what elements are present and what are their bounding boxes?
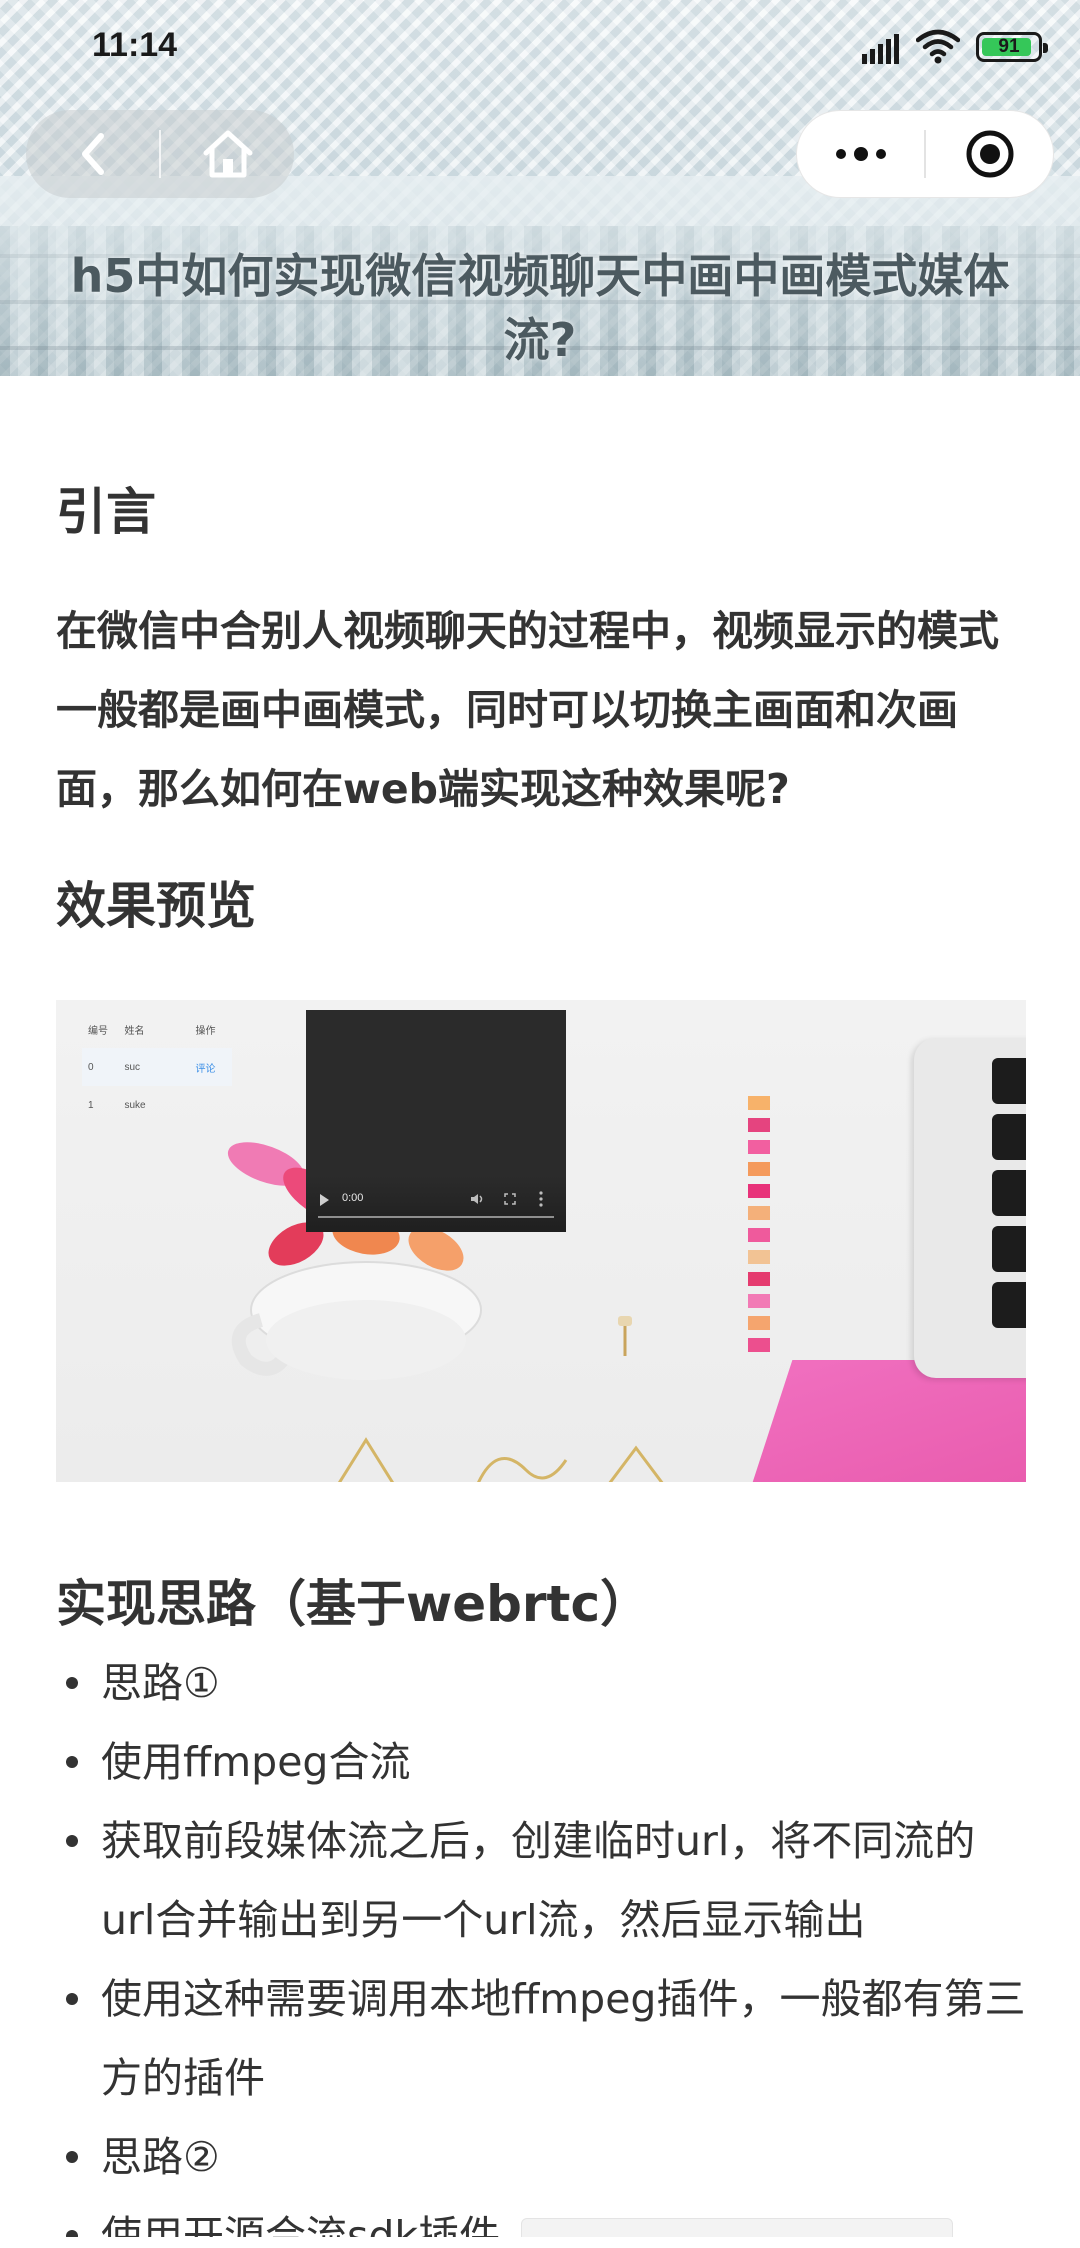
list-item: 使用开源合流sdk插件 bbox=[56, 2197, 1026, 2237]
video-progress-bar bbox=[318, 1216, 554, 1218]
color-swatch-strip bbox=[748, 1096, 770, 1352]
section-heading-approach: 实现思路（基于webrtc） bbox=[56, 1575, 651, 1633]
keyboard-key bbox=[992, 1058, 1026, 1104]
inline-code-chip bbox=[521, 2218, 954, 2237]
pushpin-illustration bbox=[618, 1316, 632, 1356]
home-icon bbox=[203, 130, 252, 178]
bullet-dot bbox=[66, 1993, 78, 2005]
nav-capsule-right bbox=[796, 110, 1054, 198]
list-item-text: 获取前段媒体流之后，创建临时url，将不同流的url合并输出到另一个url流，然… bbox=[101, 1817, 976, 1944]
nav-capsule-left bbox=[26, 110, 294, 198]
list-item-text: 使用ffmpeg合流 bbox=[101, 1738, 411, 1786]
keyboard-key bbox=[992, 1170, 1026, 1216]
approach-list: 思路① 使用ffmpeg合流 获取前段媒体流之后，创建临时url，将不同流的ur… bbox=[56, 1644, 1026, 2237]
mug-illustration bbox=[231, 1261, 482, 1380]
mini-table-cell: 姓名 bbox=[124, 1025, 145, 1037]
video-player: 0:00 bbox=[306, 1010, 566, 1232]
back-button[interactable] bbox=[26, 110, 159, 198]
paperclips-illustration bbox=[337, 1437, 664, 1482]
more-vertical-icon bbox=[539, 1191, 543, 1207]
bullet-dot bbox=[66, 2230, 78, 2237]
mini-table-cell: 编号 bbox=[88, 1025, 108, 1037]
keyboard-key bbox=[992, 1282, 1026, 1328]
mini-table-cell: 1 bbox=[88, 1099, 94, 1111]
preview-mini-table: 编号 姓名 操作 0 suc 评论 1 suke bbox=[82, 1010, 232, 1120]
list-item: 使用这种需要调用本地ffmpeg插件，一般都有第三方的插件 bbox=[56, 1960, 1026, 2118]
section-heading-intro: 引言 bbox=[56, 483, 156, 541]
bullet-dot bbox=[66, 1835, 78, 1847]
mini-table-row: 1 suke bbox=[82, 1086, 232, 1124]
keyboard-key bbox=[992, 1226, 1026, 1272]
keyboard-illustration bbox=[914, 1038, 1026, 1378]
mini-table-cell: suke bbox=[124, 1099, 146, 1111]
battery-icon: 91 bbox=[976, 32, 1048, 62]
fullscreen-icon bbox=[504, 1193, 516, 1205]
volume-icon bbox=[471, 1194, 483, 1204]
article-title: h5中如何实现微信视频聊天中画中画模式媒体流? bbox=[70, 249, 1010, 367]
list-item: 思路② bbox=[56, 2118, 1026, 2197]
bullet-dot bbox=[66, 1756, 78, 1768]
target-circle-icon bbox=[966, 130, 1013, 178]
status-bar: 11:14 91 bbox=[0, 0, 1080, 96]
section-heading-preview: 效果预览 bbox=[56, 877, 256, 935]
play-icon bbox=[320, 1194, 329, 1206]
article-header-banner: 11:14 91 h5中如何实现微信视频聊天中画中画模式媒体流? bbox=[0, 0, 1080, 376]
video-controls: 0:00 bbox=[306, 1176, 566, 1232]
list-item-text: 思路① bbox=[101, 1659, 220, 1707]
status-time: 11:14 bbox=[92, 26, 178, 64]
bullet-dot bbox=[66, 2151, 78, 2163]
battery-level: 91 bbox=[998, 36, 1020, 57]
pink-notebook-illustration bbox=[743, 1360, 1026, 1482]
video-time: 0:00 bbox=[342, 1192, 364, 1204]
list-item-text: 思路② bbox=[101, 2133, 220, 2181]
list-item: 思路① bbox=[56, 1644, 1026, 1723]
mini-table-cell: 操作 bbox=[195, 1025, 216, 1037]
signal-icon bbox=[862, 34, 899, 64]
more-dots-icon bbox=[835, 147, 886, 161]
mini-table-cell: 评论 bbox=[195, 1063, 216, 1075]
bullet-dot bbox=[66, 1677, 78, 1689]
list-item: 获取前段媒体流之后，创建临时url，将不同流的url合并输出到另一个url流，然… bbox=[56, 1802, 1026, 1960]
mini-table-row: 0 suc 评论 bbox=[82, 1048, 232, 1086]
list-item: 使用ffmpeg合流 bbox=[56, 1723, 1026, 1802]
home-button[interactable] bbox=[161, 110, 294, 198]
list-item-text: 使用开源合流sdk插件 bbox=[101, 2212, 501, 2237]
preview-image: 编号 姓名 操作 0 suc 评论 1 suke 0:00 bbox=[56, 1000, 1026, 1482]
mini-table-header-row: 编号 姓名 操作 bbox=[82, 1010, 232, 1048]
intro-paragraph: 在微信中合别人视频聊天的过程中，视频显示的模式一般都是画中画模式，同时可以切换主… bbox=[56, 607, 999, 813]
close-miniprogram-button[interactable] bbox=[926, 111, 1053, 197]
keyboard-key bbox=[992, 1114, 1026, 1160]
wifi-icon bbox=[916, 29, 960, 64]
more-options-button[interactable] bbox=[797, 111, 924, 197]
list-item-text: 使用这种需要调用本地ffmpeg插件，一般都有第三方的插件 bbox=[101, 1975, 1026, 2102]
chevron-left-icon bbox=[81, 133, 104, 175]
mini-table-cell: 0 bbox=[88, 1061, 94, 1073]
mini-table-cell: suc bbox=[124, 1061, 141, 1073]
